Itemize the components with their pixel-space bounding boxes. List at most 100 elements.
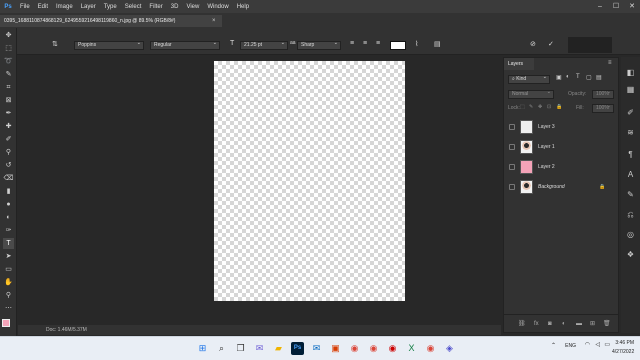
tab-close-icon[interactable]: × (212, 15, 216, 27)
chat-icon[interactable]: ✉ (253, 342, 266, 355)
eyedropper-tool-icon[interactable]: ✒ (3, 108, 14, 119)
character-panel-icon[interactable]: A (625, 169, 636, 180)
brush-panel-icon[interactable]: ✎ (625, 189, 636, 200)
swatches-panel-icon[interactable]: ▦ (625, 84, 636, 95)
mail-icon[interactable]: ✉ (310, 342, 323, 355)
menu-window[interactable]: Window (203, 4, 232, 10)
battery-icon[interactable]: ▭ (604, 341, 610, 350)
start-icon[interactable]: ⊞ (196, 342, 209, 355)
color-panel-icon[interactable]: ◧ (625, 67, 636, 78)
filter-pixel-icon[interactable]: ▣ (556, 74, 562, 81)
clone-stamp-tool-icon[interactable]: ⚲ (3, 147, 14, 158)
menu-help[interactable]: Help (233, 4, 253, 10)
clock[interactable]: 3:46 PM 4/27/2022 (612, 339, 634, 357)
layer-row-layer-1[interactable]: Layer 1 (504, 137, 618, 157)
menu-image[interactable]: Image (52, 4, 77, 10)
chrome-profile-icon[interactable]: ◉ (367, 342, 380, 355)
orientation-icon[interactable]: ⇅ (52, 40, 58, 48)
layers-tab[interactable]: Layers (504, 58, 534, 70)
add-mask-icon[interactable]: ◙ (548, 315, 552, 333)
frame-tool-icon[interactable]: ⊠ (3, 95, 14, 106)
menu-file[interactable]: File (16, 4, 34, 10)
brush-tool-icon[interactable]: ✐ (3, 134, 14, 145)
shape-tool-icon[interactable]: ▭ (3, 264, 14, 275)
align-left-icon[interactable]: ≡ (350, 40, 354, 47)
history-panel-icon[interactable]: ⎌ (625, 209, 636, 220)
file-explorer-icon[interactable]: ▰ (272, 342, 285, 355)
healing-brush-tool-icon[interactable]: ✚ (3, 121, 14, 132)
visibility-toggle[interactable] (509, 164, 515, 170)
minimize-button[interactable]: – (592, 0, 608, 13)
lock-image-icon[interactable]: ✎ (529, 104, 533, 110)
more-tools-icon[interactable]: ⋯ (3, 303, 14, 314)
chrome-notif-icon[interactable]: ◉ (386, 342, 399, 355)
font-family-select[interactable]: Poppins (74, 40, 144, 50)
chrome-icon-2[interactable]: ◉ (424, 342, 437, 355)
cancel-icon[interactable]: ⊘ (530, 40, 536, 48)
language-indicator[interactable]: ENG (565, 342, 576, 351)
path-select-tool-icon[interactable]: ➤ (3, 251, 14, 262)
blur-tool-icon[interactable]: ● (3, 199, 14, 210)
visibility-toggle[interactable] (509, 124, 515, 130)
document-tab[interactable]: 0395_168811087486812​9_624955921649811​9… (0, 15, 222, 27)
lock-all-icon[interactable]: 🔒 (556, 104, 562, 110)
opacity-input[interactable]: 100% (592, 89, 614, 99)
delete-layer-icon[interactable]: 🗑 (603, 315, 611, 333)
adjustment-layer-icon[interactable]: ◐ (562, 315, 566, 333)
dodge-tool-icon[interactable]: ◐ (3, 212, 14, 223)
document-canvas[interactable] (214, 61, 405, 301)
properties-panel-icon[interactable]: ✐ (625, 107, 636, 118)
layer-row-layer-3[interactable]: Layer 3 (504, 117, 618, 137)
pen-tool-icon[interactable]: ✑ (3, 225, 14, 236)
foreground-color-swatch[interactable] (2, 319, 10, 327)
menu-edit[interactable]: Edit (34, 4, 52, 10)
excel-icon[interactable]: X (405, 342, 418, 355)
align-right-icon[interactable]: ≡ (376, 40, 380, 47)
volume-icon[interactable]: ◁ (595, 341, 600, 350)
filter-smart-icon[interactable]: ▤ (596, 74, 602, 81)
quick-select-tool-icon[interactable]: ✎ (3, 69, 14, 80)
filter-type-icon[interactable]: T (576, 74, 580, 80)
close-button[interactable]: ✕ (624, 0, 640, 13)
commit-icon[interactable]: ✓ (548, 40, 554, 48)
antialias-select[interactable]: Sharp (297, 40, 341, 50)
visibility-toggle[interactable] (509, 144, 515, 150)
menu-view[interactable]: View (182, 4, 203, 10)
character-panel-icon[interactable]: ▤ (434, 40, 441, 48)
office-icon[interactable]: ▣ (329, 342, 342, 355)
menu-layer[interactable]: Layer (77, 4, 100, 10)
layer-style-icon[interactable]: fx (534, 315, 539, 333)
gradient-tool-icon[interactable]: ▮ (3, 186, 14, 197)
menu-filter[interactable]: Filter (145, 4, 166, 10)
channels-panel-icon[interactable]: ◎ (625, 229, 636, 240)
menu-type[interactable]: Type (100, 4, 121, 10)
paragraph-panel-icon[interactable]: ¶ (625, 149, 636, 160)
history-brush-tool-icon[interactable]: ↺ (3, 160, 14, 171)
new-layer-icon[interactable]: ⊞ (590, 315, 595, 333)
zoom-tool-icon[interactable]: ⚲ (3, 290, 14, 301)
new-group-icon[interactable]: ▬ (576, 315, 582, 333)
type-tool-icon-active[interactable]: T (3, 238, 14, 249)
search-icon[interactable]: ⌕ (215, 342, 228, 355)
chevron-up-icon[interactable]: ⌃ (551, 342, 556, 351)
kind-filter-select[interactable]: ⌕ Kind (508, 74, 550, 84)
layer-row-layer-2[interactable]: Layer 2 (504, 157, 618, 177)
font-size-select[interactable]: 21.25 pt (240, 40, 288, 50)
marquee-tool-icon[interactable]: ⬚ (3, 43, 14, 54)
blend-mode-select[interactable]: Normal (508, 89, 554, 99)
filter-shape-icon[interactable]: ▢ (586, 74, 592, 81)
lock-position-icon[interactable]: ✥ (538, 104, 542, 110)
chrome-icon[interactable]: ◉ (348, 342, 361, 355)
text-color-swatch[interactable] (390, 41, 406, 50)
crop-tool-icon[interactable]: ⌗ (3, 82, 14, 93)
link-layers-icon[interactable]: ⛓ (518, 315, 526, 333)
panel-menu-icon[interactable]: ≡ (608, 60, 612, 66)
layers-panel-icon[interactable]: ❖ (625, 249, 636, 260)
warp-text-icon[interactable]: ⌇ (415, 40, 418, 48)
task-view-icon[interactable]: ❐ (234, 342, 247, 355)
layer-row-background[interactable]: Background 🔒 (504, 177, 618, 197)
lock-transparency-icon[interactable]: ⬚ (520, 104, 525, 110)
maximize-button[interactable]: ☐ (608, 0, 624, 13)
font-style-select[interactable]: Regular (150, 40, 220, 50)
lasso-tool-icon[interactable]: ➰ (3, 56, 14, 67)
